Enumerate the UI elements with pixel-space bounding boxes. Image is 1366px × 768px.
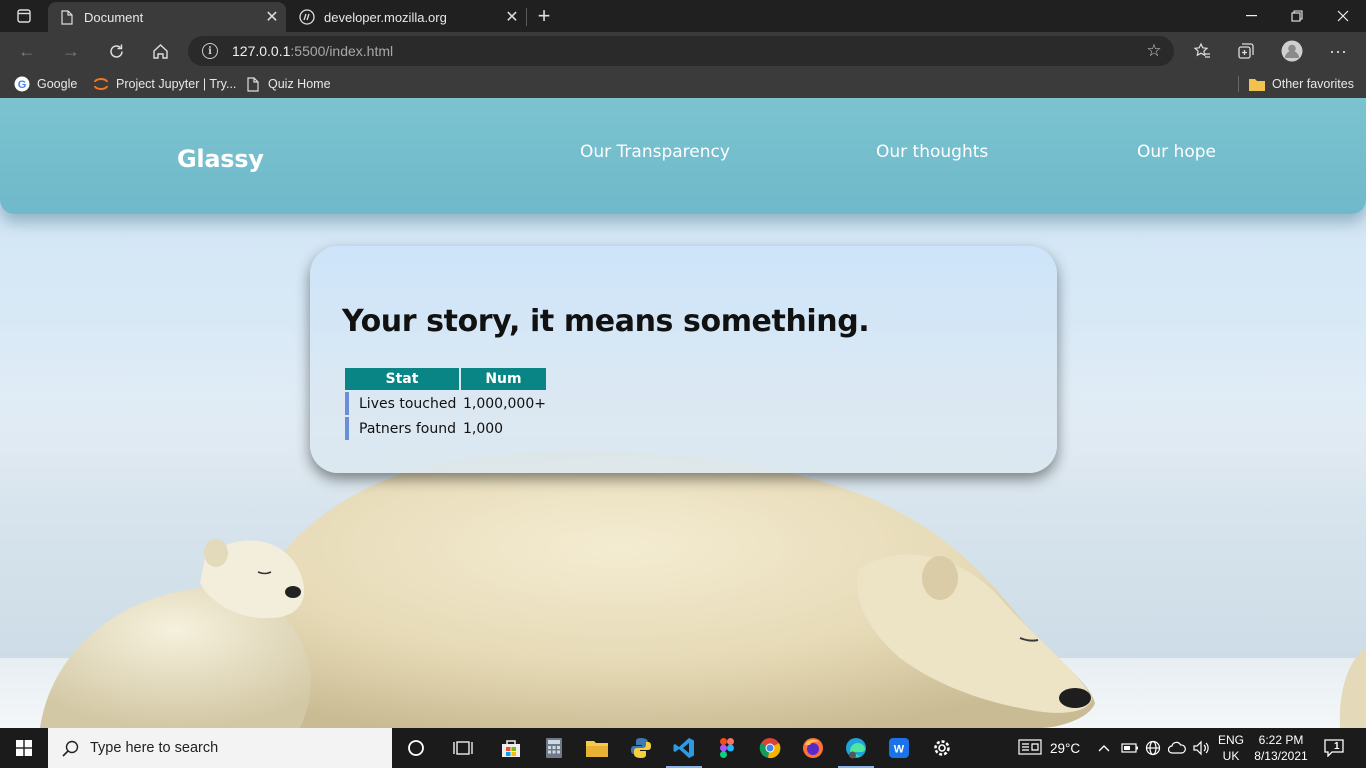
- tab-title: developer.mozilla.org: [324, 9, 447, 25]
- tab-title: Document: [84, 9, 144, 25]
- file-explorer-icon[interactable]: [575, 728, 619, 768]
- chrome-icon[interactable]: [748, 728, 792, 768]
- tab-document[interactable]: Document ✕: [48, 2, 286, 32]
- python-icon[interactable]: [619, 728, 663, 768]
- svg-text:W: W: [894, 744, 905, 756]
- url-path: :5500/index.html: [290, 43, 394, 59]
- stats-table: Stat Num Lives touched 1,000,000+ Patner…: [343, 366, 548, 442]
- forward-icon[interactable]: →: [56, 36, 86, 66]
- table-row: Lives touched 1,000,000+: [345, 392, 546, 415]
- add-favorite-icon[interactable]: ☆: [1144, 41, 1164, 61]
- bookmark-label: Project Jupyter | Try...: [116, 77, 237, 91]
- edge-icon[interactable]: [834, 728, 878, 768]
- table-cell-stat: Lives touched: [345, 392, 459, 415]
- language-indicator[interactable]: ENG UK: [1216, 728, 1246, 768]
- card-title: Your story, it means something.: [342, 304, 870, 339]
- address-bar[interactable]: i 127.0.0.1:5500/index.html ☆: [188, 36, 1174, 66]
- jupyter-icon: [93, 76, 109, 92]
- weather-temperature: 29°C: [1050, 740, 1081, 756]
- brand-logo[interactable]: Glassy: [177, 145, 264, 173]
- nav-link-our-transparency[interactable]: Our Transparency: [580, 142, 730, 162]
- bookmark-separator: [1238, 76, 1239, 92]
- clock-date: 8/13/2021: [1254, 749, 1308, 763]
- settings-gear-icon[interactable]: [920, 728, 964, 768]
- bookmark-jupyter[interactable]: Project Jupyter | Try...: [93, 75, 236, 93]
- bookmark-google[interactable]: G Google: [14, 75, 77, 93]
- favorites-icon[interactable]: [1187, 36, 1217, 66]
- wps-office-icon[interactable]: W: [877, 728, 921, 768]
- battery-icon[interactable]: [1121, 728, 1139, 768]
- table-cell-num: 1,000: [463, 420, 504, 437]
- language-code: ENG: [1217, 733, 1244, 747]
- site-navbar: Glassy Our Transparency Our thoughts Our…: [0, 98, 1366, 214]
- other-favorites-label: Other favorites: [1272, 77, 1354, 91]
- url-host: 127.0.0.1: [232, 43, 291, 59]
- collections-icon[interactable]: [1231, 36, 1261, 66]
- onedrive-cloud-icon[interactable]: [1168, 728, 1186, 768]
- table-cell-stat: Patners found: [345, 417, 459, 440]
- profile-avatar[interactable]: [1277, 36, 1307, 66]
- mdn-icon: [299, 9, 315, 25]
- page-icon: [59, 9, 75, 25]
- weather-widget[interactable]: 29°C: [1018, 728, 1080, 768]
- search-icon: [62, 739, 80, 757]
- glass-card: Your story, it means something. Stat Num…: [310, 246, 1057, 473]
- tab-mdn[interactable]: developer.mozilla.org ✕: [288, 2, 526, 32]
- site-info-icon[interactable]: i: [202, 43, 218, 59]
- browser-toolbar: ← → i 127.0.0.1:5500/index.html ☆ ···: [0, 32, 1366, 70]
- nav-link-our-thoughts[interactable]: Our thoughts: [876, 142, 988, 162]
- taskbar-search-input[interactable]: Type here to search: [48, 728, 392, 768]
- page-icon: [245, 76, 261, 92]
- volume-icon[interactable]: [1192, 728, 1210, 768]
- show-hidden-icons-chevron-icon[interactable]: [1097, 728, 1111, 768]
- bookmark-label: Google: [37, 77, 78, 91]
- svg-text:G: G: [18, 79, 27, 91]
- more-options-icon[interactable]: ···: [1323, 36, 1353, 66]
- minimize-icon[interactable]: [1228, 0, 1274, 32]
- calculator-icon[interactable]: [532, 728, 576, 768]
- clock[interactable]: 6:22 PM 8/13/2021: [1252, 728, 1310, 768]
- firefox-icon[interactable]: [791, 728, 835, 768]
- bookmark-quiz-home[interactable]: Quiz Home: [245, 75, 331, 93]
- close-window-icon[interactable]: [1320, 0, 1366, 32]
- figma-icon[interactable]: [705, 728, 749, 768]
- network-globe-icon[interactable]: [1145, 728, 1161, 768]
- folder-icon: [1249, 76, 1265, 92]
- close-tab-icon[interactable]: ✕: [258, 3, 286, 31]
- table-row: Patners found 1,000: [345, 417, 546, 440]
- cortana-icon[interactable]: [394, 728, 438, 768]
- table-header-row: Stat Num: [345, 368, 546, 390]
- other-favorites[interactable]: Other favorites: [1249, 75, 1354, 93]
- tab-bar: Document ✕ developer.mozilla.org ✕ +: [0, 0, 1366, 32]
- search-placeholder: Type here to search: [90, 740, 219, 756]
- weather-icon: [1018, 738, 1042, 758]
- close-tab-icon[interactable]: ✕: [498, 3, 526, 31]
- table-cell-num: 1,000,000+: [463, 395, 546, 412]
- windows-taskbar: Type here to search W 29°C ENG UK 6:22 P…: [0, 728, 1366, 768]
- page-viewport: Glassy Our Transparency Our thoughts Our…: [0, 98, 1366, 728]
- notifications-icon[interactable]: 1: [1322, 728, 1346, 768]
- windows-start-icon[interactable]: [0, 728, 48, 768]
- vscode-icon[interactable]: [662, 728, 706, 768]
- back-icon[interactable]: ←: [12, 36, 42, 66]
- home-icon[interactable]: [145, 36, 175, 66]
- refresh-icon[interactable]: [101, 36, 131, 66]
- new-tab-icon[interactable]: +: [532, 3, 556, 29]
- notification-count: 1: [1334, 741, 1340, 752]
- table-header-stat: Stat: [345, 368, 459, 390]
- task-view-icon[interactable]: [441, 728, 485, 768]
- clock-time: 6:22 PM: [1258, 733, 1304, 747]
- tab-actions-icon[interactable]: [8, 4, 40, 28]
- region-code: UK: [1222, 749, 1240, 763]
- google-icon: G: [14, 76, 30, 92]
- restore-icon[interactable]: [1274, 0, 1320, 32]
- nav-link-our-hope[interactable]: Our hope: [1137, 142, 1216, 162]
- bookmarks-bar: G Google Project Jupyter | Try... Quiz H…: [0, 70, 1366, 98]
- tab-separator: [526, 8, 527, 26]
- bookmark-label: Quiz Home: [268, 77, 331, 91]
- microsoft-store-icon[interactable]: [489, 728, 533, 768]
- table-header-num: Num: [461, 368, 546, 390]
